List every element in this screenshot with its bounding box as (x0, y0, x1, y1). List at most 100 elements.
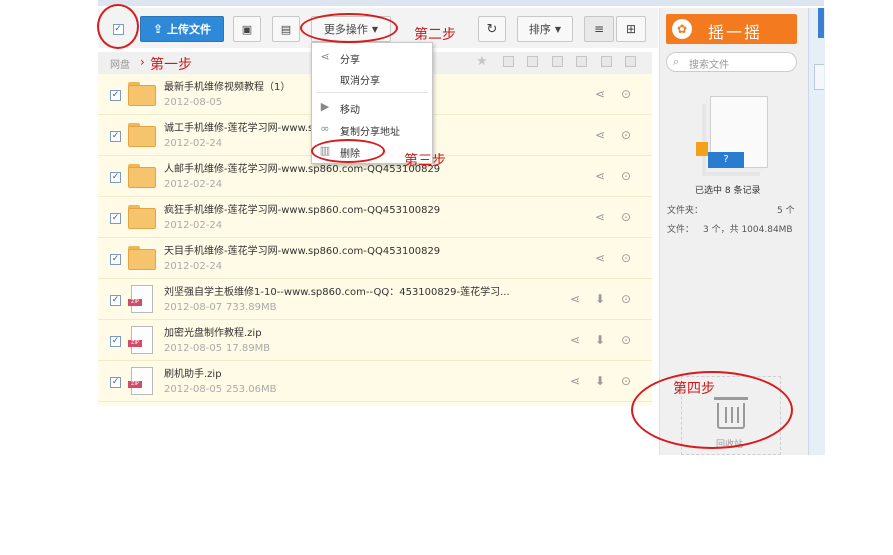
list-view-button[interactable]: ≡ (584, 16, 614, 42)
more-icon[interactable]: ⊙ (621, 251, 631, 265)
upload-icon: ⇪ (152, 22, 164, 36)
chevron-down-icon: ▼ (554, 24, 562, 34)
other-filter-icon[interactable] (625, 56, 636, 67)
file-date: 2012-08-05 (164, 97, 223, 108)
file-name[interactable]: 疯狂手机维修-莲花学习网-www.sp860.com-QQ453100829 (164, 201, 440, 216)
menu-item-copy-link[interactable]: ∞ 复制分享地址 (312, 119, 432, 139)
file-name[interactable]: 天目手机维修-莲花学习网-www.sp860.com-QQ453100829 (164, 242, 440, 257)
refresh-button[interactable]: ↻ (478, 16, 506, 42)
file-date: 2012-08-05 (164, 343, 223, 354)
row-checkbox[interactable]: ✓ (110, 213, 121, 224)
move-icon: ▶ (320, 100, 330, 113)
menu-item-share[interactable]: ⋖ 分享 (312, 47, 432, 67)
list-view-icon: ≡ (593, 22, 605, 36)
file-name[interactable]: 最新手机维修视频教程（1） (164, 78, 290, 93)
side-tab[interactable] (818, 8, 824, 38)
more-icon[interactable]: ⊙ (621, 333, 631, 347)
breadcrumb-root[interactable]: 网盘 (110, 56, 130, 71)
search-input[interactable]: ⌕ 搜索文件 (666, 52, 797, 72)
folder-icon: ▤ (280, 22, 292, 36)
share-icon[interactable]: ⋖ (570, 292, 580, 306)
document-filter-icon[interactable] (503, 56, 514, 67)
download-icon[interactable]: ⬇ (595, 374, 605, 388)
annotation-step-1: 第一步 (150, 57, 192, 73)
zip-file-icon: ZIP (128, 367, 153, 395)
file-size: 733.89MB (226, 302, 277, 313)
share-icon[interactable]: ⋖ (570, 333, 580, 347)
more-icon[interactable]: ⊙ (621, 292, 631, 306)
music-filter-icon[interactable] (601, 56, 612, 67)
more-icon[interactable]: ⊙ (621, 128, 631, 142)
monitor-icon: ▣ (241, 22, 253, 36)
share-icon[interactable]: ⋖ (570, 374, 580, 388)
annotation-circle-more-ops (300, 13, 398, 43)
video-filter-icon[interactable] (576, 56, 587, 67)
annotation-step-2: 第二步 (414, 27, 456, 43)
grid-view-icon: ⊞ (625, 22, 637, 36)
unknown-file-badge: ? (708, 152, 744, 168)
annotation-circle-delete (311, 139, 385, 163)
list-item[interactable]: ✓ ZIP 加密光盘制作教程.zip 2012-08-05 17.89MB ⋖ … (98, 320, 652, 361)
menu-item-label: 移动 (340, 105, 360, 116)
shake-label: 摇一摇 (708, 23, 763, 42)
annotation-circle-select-all (97, 4, 139, 49)
selection-preview: ? (692, 96, 772, 176)
file-name[interactable]: 诚工手机维修-莲花学习网-www.sp (164, 119, 320, 134)
annotation-arrow: › (140, 55, 145, 69)
desktop-sync-button[interactable]: ▣ (233, 16, 261, 42)
search-icon: ⌕ (673, 55, 680, 68)
folder-count-label: 文件夹： (667, 206, 704, 216)
text-filter-icon[interactable] (552, 56, 563, 67)
menu-item-unshare[interactable]: 取消分享 (312, 68, 432, 88)
menu-item-move[interactable]: ▶ 移动 (312, 97, 432, 117)
share-icon[interactable]: ⋖ (595, 87, 605, 101)
file-date: 2012-02-24 (164, 220, 223, 231)
file-name[interactable]: 刘坚强自学主板维修1-10--www.sp860.com--QQ：4531008… (164, 283, 510, 298)
star-icon[interactable]: ★ (476, 54, 488, 69)
row-checkbox[interactable]: ✓ (110, 377, 121, 388)
list-item[interactable]: ✓ ZIP 刷机助手.zip 2012-08-05 253.06MB ⋖ ⬇ ⊙ (98, 361, 652, 402)
folder-count-value: 5 个 (777, 206, 795, 216)
row-checkbox[interactable]: ✓ (110, 254, 121, 265)
file-date: 2012-08-07 (164, 302, 223, 313)
more-icon[interactable]: ⊙ (621, 210, 631, 224)
shake-button[interactable]: ✿ 摇一摇 (666, 14, 797, 44)
menu-item-label: 取消分享 (340, 76, 380, 87)
more-icon[interactable]: ⊙ (621, 374, 631, 388)
list-item[interactable]: ✓ 疯狂手机维修-莲花学习网-www.sp860.com-QQ453100829… (98, 197, 652, 238)
more-icon[interactable]: ⊙ (621, 169, 631, 183)
download-icon[interactable]: ⬇ (595, 292, 605, 306)
share-icon[interactable]: ⋖ (595, 210, 605, 224)
row-checkbox[interactable]: ✓ (110, 336, 121, 347)
file-name[interactable]: 加密光盘制作教程.zip (164, 324, 262, 339)
folder-icon (128, 123, 156, 147)
share-icon[interactable]: ⋖ (595, 169, 605, 183)
file-count-label: 文件： (667, 225, 695, 235)
more-icon[interactable]: ⊙ (621, 87, 631, 101)
row-checkbox[interactable]: ✓ (110, 295, 121, 306)
row-checkbox[interactable]: ✓ (110, 172, 121, 183)
list-item[interactable]: ✓ 天目手机维修-莲花学习网-www.sp860.com-QQ453100829… (98, 238, 652, 279)
download-icon[interactable]: ⬇ (595, 333, 605, 347)
menu-divider (316, 92, 428, 93)
folder-icon (128, 82, 156, 106)
sort-button[interactable]: 排序 ▼ (517, 16, 573, 42)
share-icon[interactable]: ⋖ (595, 251, 605, 265)
new-folder-button[interactable]: ▤ (272, 16, 300, 42)
upload-button[interactable]: ⇪ 上传文件 (140, 16, 224, 42)
sort-label: 排序 (528, 23, 551, 36)
share-icon[interactable]: ⋖ (595, 128, 605, 142)
upload-label: 上传文件 (167, 23, 212, 36)
annotation-step-3: 第三步 (404, 153, 446, 169)
row-checkbox[interactable]: ✓ (110, 90, 121, 101)
image-filter-icon[interactable] (527, 56, 538, 67)
file-name[interactable]: 刷机助手.zip (164, 365, 222, 380)
window-top-strip (98, 0, 824, 6)
grid-view-button[interactable]: ⊞ (616, 16, 646, 42)
search-placeholder: 搜索文件 (689, 60, 729, 71)
side-collapse-handle[interactable] (814, 64, 824, 90)
row-checkbox[interactable]: ✓ (110, 131, 121, 142)
list-item[interactable]: ✓ ZIP 刘坚强自学主板维修1-10--www.sp860.com--QQ：4… (98, 279, 652, 320)
file-size: 253.06MB (226, 384, 277, 395)
link-icon: ∞ (320, 122, 330, 135)
